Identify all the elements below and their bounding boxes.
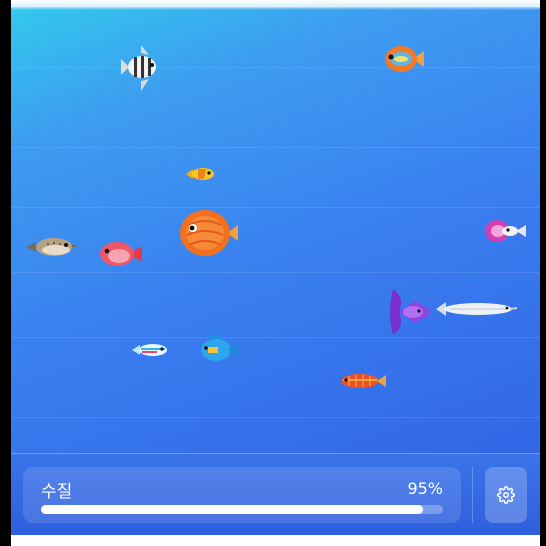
orange-striped-fish[interactable] bbox=[339, 371, 387, 391]
tank-top-glare bbox=[11, 0, 540, 10]
needlefish[interactable] bbox=[436, 299, 518, 319]
water-quality-card: 수질 95% bbox=[23, 467, 461, 523]
status-panel: 수질 95% bbox=[11, 453, 540, 536]
small-yellow-fish[interactable] bbox=[186, 165, 216, 183]
water-quality-bar bbox=[41, 505, 443, 514]
blue-fish[interactable] bbox=[198, 333, 238, 367]
neon-tetra[interactable] bbox=[132, 340, 170, 360]
panel-divider bbox=[472, 467, 473, 523]
aquarium-tank bbox=[11, 7, 540, 453]
pink-white-fish[interactable] bbox=[483, 217, 527, 245]
settings-button[interactable] bbox=[485, 467, 527, 523]
game-screen: 수질 95% bbox=[0, 0, 546, 546]
bottom-strip bbox=[11, 535, 540, 546]
water-quality-label: 수질 bbox=[41, 482, 73, 502]
pink-fish[interactable] bbox=[97, 239, 143, 269]
gear-icon bbox=[497, 486, 515, 504]
purple-betta[interactable] bbox=[385, 287, 431, 337]
right-border bbox=[540, 0, 546, 546]
orange-blue-fish[interactable] bbox=[383, 43, 425, 75]
striped-angelfish[interactable] bbox=[119, 43, 163, 93]
left-border bbox=[0, 0, 11, 546]
water-quality-value: 95% bbox=[407, 479, 443, 498]
pufferfish[interactable] bbox=[26, 234, 78, 260]
water-quality-bar-fill bbox=[41, 505, 423, 514]
orange-discus[interactable] bbox=[177, 207, 239, 259]
